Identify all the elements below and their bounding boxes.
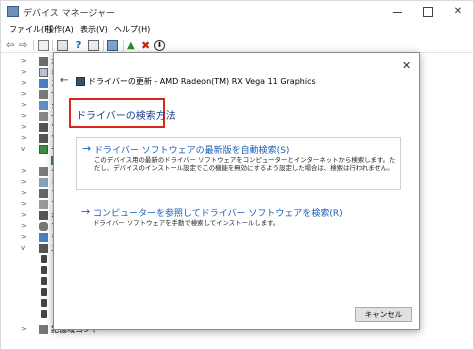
window-title: デバイス マネージャー <box>23 9 115 19</box>
back-arrow-icon[interactable]: ← <box>60 75 68 86</box>
computer-icon <box>39 79 48 88</box>
menu-view[interactable]: 表示(V) <box>80 24 108 35</box>
update-driver-icon[interactable]: ▲ <box>127 40 138 51</box>
firmware-icon <box>39 189 48 198</box>
print-queue-icon <box>39 200 48 209</box>
mouse-icon <box>39 222 48 231</box>
disable-device-icon[interactable]: ⬇ <box>154 40 165 51</box>
port-icon <box>39 211 48 220</box>
usb-device-icon <box>41 288 47 296</box>
chevron-right-icon[interactable]: > <box>21 233 27 241</box>
chevron-right-icon[interactable]: > <box>21 57 27 65</box>
forward-arrow-icon[interactable]: ⇨ <box>19 40 30 51</box>
option-description: このデバイス用の最新のドライバー ソフトウェアをコンピューターとインターネットか… <box>94 156 396 173</box>
dialog-heading: ドライバーの検索方法 <box>76 111 176 122</box>
chevron-right-icon[interactable]: > <box>21 325 27 333</box>
display-adapter-icon <box>39 145 48 154</box>
toolbar-separator <box>33 40 34 51</box>
usb-device-icon <box>41 277 47 285</box>
chevron-right-icon[interactable]: > <box>21 79 27 87</box>
chevron-right-icon[interactable]: > <box>21 112 27 120</box>
view-icon[interactable] <box>88 40 99 51</box>
properties-icon[interactable] <box>57 40 68 51</box>
menu-help[interactable]: ヘルプ(H) <box>114 24 150 35</box>
chevron-right-icon[interactable]: > <box>21 101 27 109</box>
maximize-button[interactable] <box>413 1 443 23</box>
toolbar-separator <box>123 40 124 51</box>
device-manager-icon <box>7 6 19 17</box>
software-icon <box>39 134 48 143</box>
storage-controller-icon <box>39 325 48 334</box>
audio-icon <box>39 57 48 66</box>
chevron-right-icon[interactable]: > <box>21 222 27 230</box>
option-title[interactable]: コンピューターを参照してドライバー ソフトウェアを検索(R) <box>93 206 343 219</box>
toolbar-separator <box>103 40 104 51</box>
usb-device-icon <box>41 310 47 318</box>
security-icon <box>39 112 48 121</box>
chevron-right-icon[interactable]: > <box>21 200 27 208</box>
usb-device-icon <box>41 299 47 307</box>
chevron-right-icon[interactable]: > <box>21 178 27 186</box>
chevron-down-icon[interactable]: v <box>21 244 25 252</box>
software-icon <box>39 123 48 132</box>
chevron-right-icon[interactable]: > <box>21 123 27 131</box>
update-driver-dialog: ✕ ← ドライバーの更新 - AMD Radeon(TM) RX Vega 11… <box>53 52 420 330</box>
chevron-right-icon[interactable]: > <box>21 167 27 175</box>
toolbar-separator <box>52 40 53 51</box>
chevron-right-icon[interactable]: > <box>21 68 27 76</box>
cancel-button[interactable]: キャンセル <box>355 307 412 322</box>
chevron-right-icon[interactable]: > <box>21 134 27 142</box>
chevron-down-icon[interactable]: v <box>21 145 25 153</box>
toolbar: ⇦ ⇨ ? ▲ ✖ ⬇ <box>1 38 473 53</box>
disk-icon <box>39 167 48 176</box>
search-automatically-option[interactable]: → ドライバー ソフトウェアの最新版を自動検索(S) このデバイス用の最新のドラ… <box>76 137 401 190</box>
dialog-title: ドライバーの更新 - AMD Radeon(TM) RX Vega 11 Gra… <box>88 77 316 86</box>
sound-icon <box>39 90 48 99</box>
title-bar: デバイス マネージャー ✕ <box>1 1 473 23</box>
menu-bar: ファイル(F) 操作(A) 表示(V) ヘルプ(H) <box>1 23 473 37</box>
usb-device-icon <box>41 266 47 274</box>
graphics-card-icon <box>76 77 85 86</box>
minimize-button[interactable] <box>383 1 413 23</box>
arrow-right-icon: → <box>81 205 91 218</box>
usb-icon <box>39 244 48 253</box>
chevron-right-icon[interactable]: > <box>21 90 27 98</box>
option-description: ドライバー ソフトウェアを手動で検索してインストールします。 <box>93 219 280 227</box>
browse-computer-option[interactable]: → コンピューターを参照してドライバー ソフトウェアを検索(R) ドライバー ソ… <box>76 201 401 236</box>
hid-icon <box>39 178 48 187</box>
close-icon[interactable]: ✕ <box>402 59 411 72</box>
help-icon[interactable]: ? <box>73 40 84 51</box>
arrow-right-icon: → <box>82 142 92 155</box>
back-arrow-icon[interactable]: ⇦ <box>6 40 17 51</box>
chevron-right-icon[interactable]: > <box>21 189 27 197</box>
menu-action[interactable]: 操作(A) <box>46 24 74 35</box>
show-hide-tree-icon[interactable] <box>38 40 49 51</box>
system-icon <box>39 101 48 110</box>
uninstall-icon[interactable]: ✖ <box>141 40 152 51</box>
option-title[interactable]: ドライバー ソフトウェアの最新版を自動検索(S) <box>94 143 289 156</box>
usb-device-icon <box>41 255 47 263</box>
keyboard-icon <box>39 68 48 77</box>
monitor-icon <box>39 233 48 242</box>
chevron-right-icon[interactable]: > <box>21 211 27 219</box>
highlight-box: ドライバーの検索方法 <box>69 98 176 128</box>
close-window-button[interactable]: ✕ <box>443 1 473 23</box>
scan-hardware-icon[interactable] <box>107 40 118 51</box>
